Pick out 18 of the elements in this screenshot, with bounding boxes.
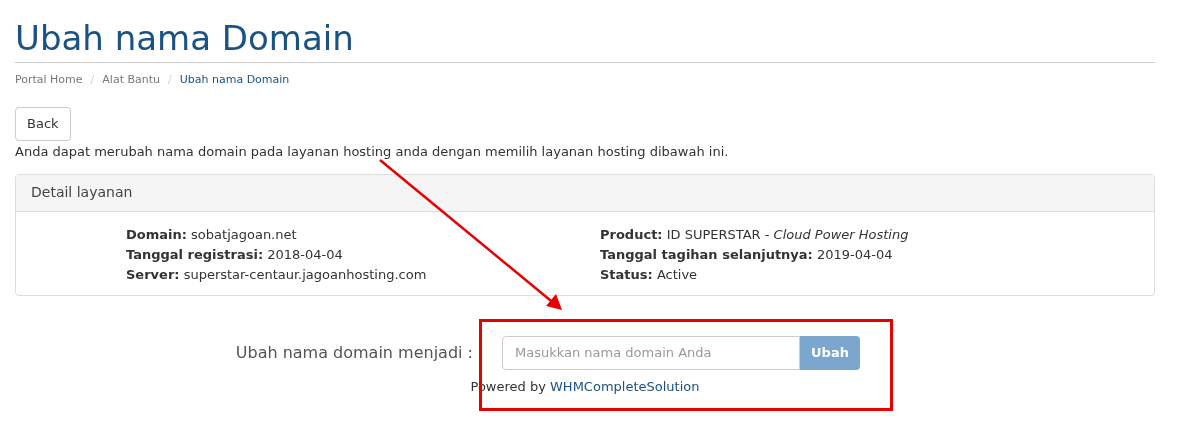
panel-title: Detail layanan <box>31 183 133 202</box>
powered-by-link[interactable]: WHMCompleteSolution <box>550 378 700 394</box>
breadcrumb-separator: / <box>168 71 172 88</box>
detail-text: Tanggal registrasi: 2018-04-04 <box>126 245 343 264</box>
page-title: Ubah nama Domain <box>15 17 354 60</box>
domain-input[interactable]: Masukkan nama domain Anda <box>502 335 800 370</box>
detail-text: Status: Active <box>600 265 698 284</box>
detail-text: Product: ID SUPERSTAR - Cloud Power Hosting <box>600 225 909 244</box>
field-label: Ubah nama domain menjadi : <box>235 341 473 364</box>
breadcrumb-link[interactable]: Portal Home <box>15 71 83 89</box>
detail-text: Tanggal tagihan selanjutnya: 2019-04-04 <box>600 245 893 264</box>
breadcrumb-link[interactable]: Ubah nama Domain <box>179 71 290 89</box>
breadcrumb-separator: / <box>90 71 95 88</box>
breadcrumb-link[interactable]: Alat Bantu <box>102 71 160 89</box>
back-button[interactable]: Back <box>15 107 71 141</box>
detail-text: Server: superstar-centaur.jagoanhosting.com <box>126 265 427 284</box>
detail-text: Domain: sobatjagoan.net <box>126 225 297 244</box>
intro-text: Anda dapat merubah nama domain pada layanan hosting anda dengan memilih layanan hosting dibawah ini. <box>15 143 729 161</box>
